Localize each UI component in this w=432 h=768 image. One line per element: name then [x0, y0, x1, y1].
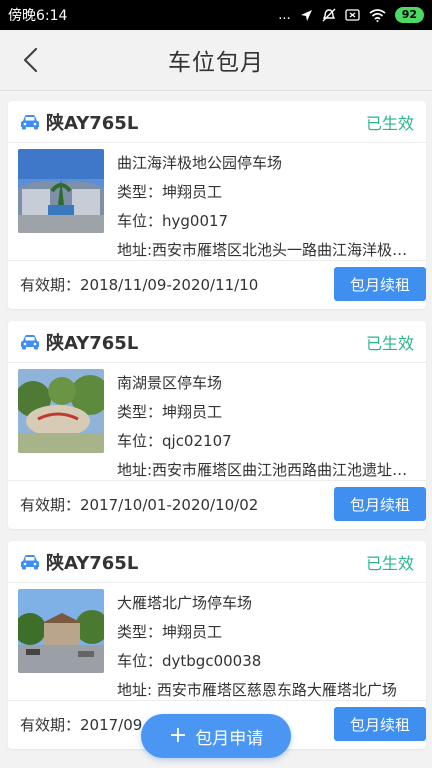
subscription-list: 陕AY765L 已生效 曲江海洋极地公园停车场 类型：坤翔员工 车位：hyg00… [8, 101, 426, 761]
parking-lot-photo [18, 369, 104, 453]
renew-button[interactable]: 包月续租 [334, 487, 426, 521]
status-time: 傍晚6:14 [8, 8, 68, 24]
subscription-card[interactable]: 陕AY765L 已生效 南湖景区停车场 类型：坤翔员工 车位：qjc02107 [8, 321, 426, 529]
card-header: 陕AY765L 已生效 [8, 541, 426, 583]
parking-lot-name: 南湖景区停车场 [117, 374, 223, 392]
apply-monthly-button[interactable]: + 包月申请 [141, 714, 291, 758]
status-bar: 傍晚6:14 ... 92 [0, 0, 432, 30]
card-body: 南湖景区停车场 类型：坤翔员工 车位：qjc02107 地址:西安市雁塔区曲江池… [8, 363, 426, 481]
address-line: 地址: 西安市雁塔区慈恩东路大雁塔北广场 [117, 681, 397, 699]
status-badge: 已生效 [365, 333, 414, 353]
mute-icon [322, 8, 336, 22]
car-icon [21, 334, 39, 349]
space-line: 车位：qjc02107 [117, 432, 232, 450]
header-divider [0, 90, 432, 91]
parking-lot-name: 曲江海洋极地公园停车场 [117, 154, 283, 172]
card-footer: 有效期：2018/11/09-2020/11/10 包月续租 [8, 261, 426, 307]
card-body: 大雁塔北广场停车场 类型：坤翔员工 车位：dytbgc00038 地址: 西安市… [8, 583, 426, 701]
card-header: 陕AY765L 已生效 [8, 321, 426, 363]
renew-button[interactable]: 包月续租 [334, 267, 426, 301]
sim-icon [345, 9, 360, 21]
navigation-bar: 车位包月 [0, 30, 432, 90]
status-badge: 已生效 [365, 113, 414, 133]
car-icon [21, 554, 39, 569]
battery-indicator: 92 [394, 7, 424, 23]
space-line: 车位：hyg0017 [117, 212, 229, 230]
card-footer: 有效期：2017/10/01-2020/10/02 包月续租 [8, 481, 426, 527]
address-line: 地址:西安市雁塔区北池头一路曲江海洋极地公园 [117, 241, 416, 259]
type-line: 类型：坤翔员工 [117, 623, 223, 641]
card-body: 曲江海洋极地公园停车场 类型：坤翔员工 车位：hyg0017 地址:西安市雁塔区… [8, 143, 426, 261]
plate-number: 陕AY765L [46, 332, 139, 354]
type-line: 类型：坤翔员工 [117, 183, 223, 201]
validity-period: 有效期：2018/11/09-2020/11/10 [20, 275, 259, 294]
page-title: 车位包月 [168, 50, 264, 76]
renew-button[interactable]: 包月续租 [334, 707, 426, 741]
car-icon [21, 114, 39, 129]
type-line: 类型：坤翔员工 [117, 403, 223, 421]
plate-number: 陕AY765L [46, 552, 139, 574]
address-line: 地址:西安市雁塔区曲江池西路曲江池遗址公园 [117, 461, 416, 479]
status-badge: 已生效 [365, 553, 414, 573]
parking-lot-name: 大雁塔北广场停车场 [117, 594, 253, 612]
location-icon [300, 9, 312, 21]
subscription-card[interactable]: 陕AY765L 已生效 曲江海洋极地公园停车场 类型：坤翔员工 车位：hyg00… [8, 101, 426, 309]
parking-lot-photo [18, 589, 104, 673]
plus-icon: + [168, 723, 188, 748]
chevron-left-icon [23, 47, 38, 73]
card-header: 陕AY765L 已生效 [8, 101, 426, 143]
validity-period: 有效期：2017/10/01-2020/10/02 [20, 495, 259, 514]
apply-monthly-label: 包月申请 [195, 728, 264, 749]
space-line: 车位：dytbgc00038 [117, 652, 262, 670]
parking-lot-photo [18, 149, 104, 233]
wifi-icon [369, 8, 386, 22]
back-button[interactable] [14, 44, 46, 76]
plate-number: 陕AY765L [46, 112, 139, 134]
more-dots-icon: ... [278, 7, 291, 23]
